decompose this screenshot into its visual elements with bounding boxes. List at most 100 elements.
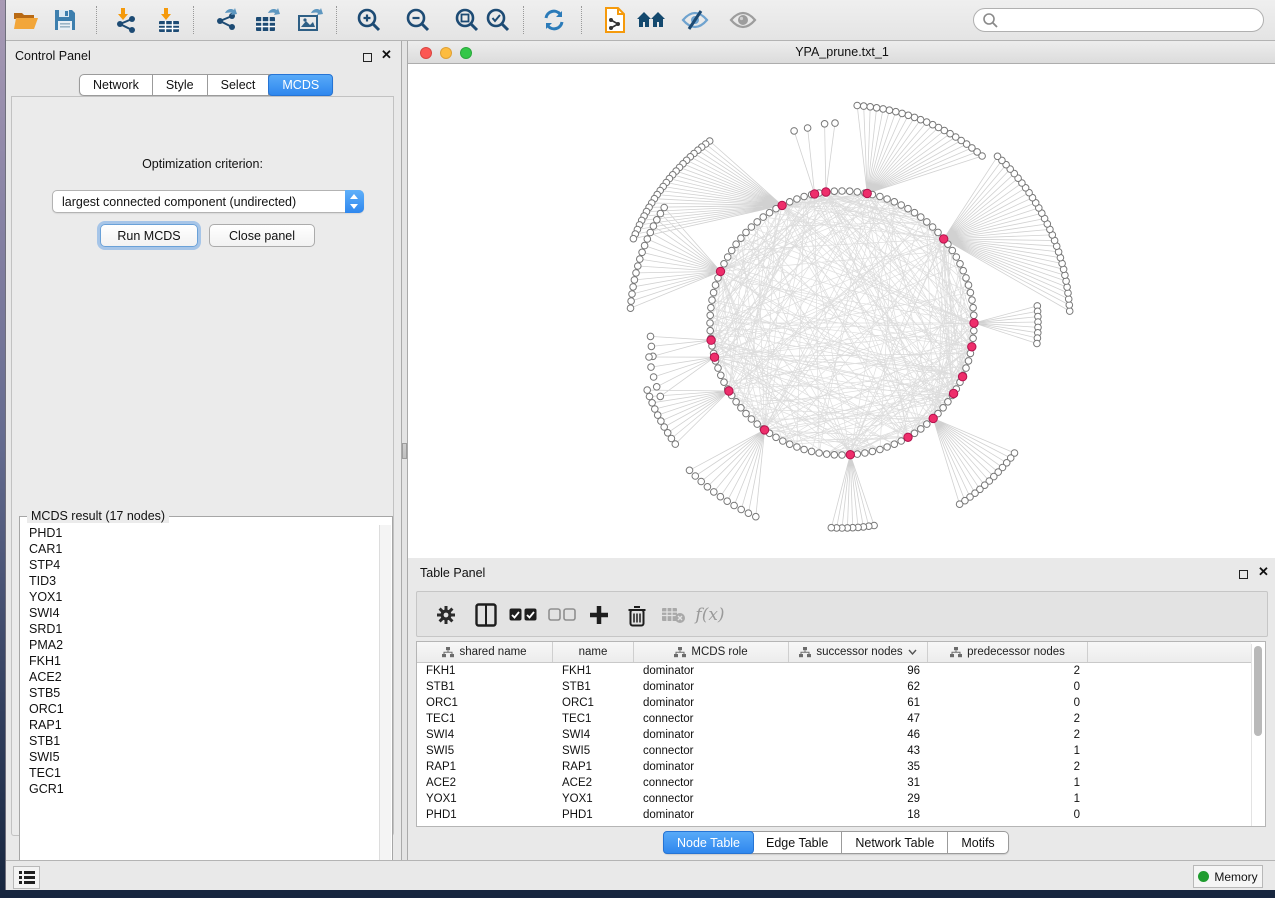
delete-table-button[interactable] [659,600,689,630]
table-settings-button[interactable] [431,600,461,630]
column-header-shared-name[interactable]: shared name [417,642,553,662]
hide-selected-button[interactable] [679,5,711,35]
table-row[interactable]: FKH1FKH1dominator962 [417,663,1251,679]
add-column-button[interactable] [584,600,614,630]
column-header-predecessor-nodes[interactable]: predecessor nodes [928,642,1088,662]
export-image-button[interactable] [294,5,326,35]
mcds-result-item[interactable]: STP4 [21,557,379,573]
table-cell: 2 [928,663,1088,679]
import-network-button[interactable] [110,5,142,35]
table-row[interactable]: STB1STB1dominator620 [417,679,1251,695]
table-cell: dominator [634,679,789,695]
close-panel-button[interactable]: Close panel [209,224,315,247]
close-table-panel-icon[interactable]: ✕ [1258,564,1269,580]
table-row[interactable]: ACE2ACE2connector311 [417,775,1251,791]
table-cell: ORC1 [553,695,634,711]
tab-network[interactable]: Network [80,75,153,95]
mcds-result-item[interactable]: FKH1 [21,653,379,669]
table-scrollbar-thumb[interactable] [1254,646,1262,736]
table-cell: 62 [789,679,928,695]
tab-edge-table[interactable]: Edge Table [753,832,842,853]
table-row[interactable]: RAP1RAP1dominator352 [417,759,1251,775]
table-row[interactable]: ORC1ORC1dominator610 [417,695,1251,711]
minimize-window-icon[interactable] [440,47,452,59]
home-search-button[interactable] [635,5,667,35]
memory-button[interactable]: Memory [1193,865,1263,888]
mcds-result-item[interactable]: TID3 [21,573,379,589]
import-table-icon [156,7,182,33]
splitter-grip[interactable] [402,443,407,459]
zoom-out-button[interactable] [402,5,434,35]
mcds-list-scrollbar[interactable] [379,525,391,885]
network-graph[interactable] [408,64,1275,558]
open-button[interactable] [10,5,42,35]
mcds-result-item[interactable]: SRD1 [21,621,379,637]
mcds-result-item[interactable]: TEC1 [21,765,379,781]
mcds-result-item[interactable]: CAR1 [21,541,379,557]
mcds-result-item[interactable]: SWI4 [21,605,379,621]
tab-network-table[interactable]: Network Table [842,832,948,853]
mcds-result-item[interactable]: RAP1 [21,717,379,733]
export-table-button[interactable] [251,5,283,35]
show-all-button[interactable] [727,5,759,35]
mcds-result-item[interactable]: GCR1 [21,781,379,797]
table-row[interactable]: SWI4SWI4dominator462 [417,727,1251,743]
table-row[interactable]: PHD1PHD1dominator180 [417,807,1251,823]
tab-select[interactable]: Select [208,75,270,95]
run-mcds-button[interactable]: Run MCDS [100,224,198,247]
tab-mcds[interactable]: MCDS [268,74,333,96]
network-canvas[interactable] [408,64,1275,558]
optimization-select[interactable]: largest connected component (undirected) [52,190,364,213]
select-stepper-icon[interactable] [345,190,364,213]
deselect-all-button[interactable] [547,600,577,630]
export-network-button[interactable] [210,5,242,35]
mcds-result-item[interactable]: ORC1 [21,701,379,717]
column-header-MCDS-role[interactable]: MCDS role [634,642,789,662]
zoom-in-button[interactable] [353,5,385,35]
table-cell: 1 [928,743,1088,759]
network-window-titlebar[interactable]: YPA_prune.txt_1 [408,41,1275,64]
status-menu-button[interactable] [13,866,40,889]
mcds-result-list[interactable]: PHD1CAR1STP4TID3YOX1SWI4SRD1PMA2FKH1ACE2… [21,525,379,885]
mcds-result-item[interactable]: YOX1 [21,589,379,605]
mcds-result-item[interactable]: STB1 [21,733,379,749]
float-panel-icon[interactable] [363,51,372,65]
zoom-selected-button[interactable] [482,5,514,35]
mcds-tab-content: Optimization criterion: largest connecte… [11,96,394,836]
panel-splitter[interactable] [401,41,408,860]
table-cell: RAP1 [417,759,553,775]
import-table-button[interactable] [153,5,185,35]
mcds-result-item[interactable]: SWI5 [21,749,379,765]
column-header-successor-nodes[interactable]: successor nodes [789,642,928,662]
tab-style[interactable]: Style [153,75,208,95]
mcds-result-item[interactable]: STB5 [21,685,379,701]
sort-chevron-icon [908,649,917,655]
maximize-window-icon[interactable] [460,47,472,59]
tab-node-table[interactable]: Node Table [663,831,754,854]
mcds-result-item[interactable]: PMA2 [21,637,379,653]
show-columns-button[interactable] [471,600,501,630]
select-all-button[interactable] [508,600,538,630]
column-header-name[interactable]: name [553,642,634,662]
network-from-selection-button[interactable] [599,5,631,35]
delete-column-button[interactable] [622,600,652,630]
toolbar-separator [523,6,524,34]
table-scrollbar[interactable] [1251,644,1263,826]
float-table-panel-icon[interactable] [1239,568,1248,582]
tab-motifs[interactable]: Motifs [948,832,1007,853]
table-body: FKH1FKH1dominator962STB1STB1dominator620… [417,663,1251,823]
network-column-icon [950,647,962,658]
table-row[interactable]: TEC1TEC1connector472 [417,711,1251,727]
mcds-result-item[interactable]: PHD1 [21,525,379,541]
close-panel-icon[interactable]: ✕ [381,47,392,63]
search-field[interactable] [973,8,1264,32]
save-button[interactable] [49,5,81,35]
search-input[interactable] [1003,10,1263,30]
table-row[interactable]: YOX1YOX1connector291 [417,791,1251,807]
table-row[interactable]: SWI5SWI5connector431 [417,743,1251,759]
mcds-result-item[interactable]: ACE2 [21,669,379,685]
apply-layout-button[interactable] [538,5,570,35]
close-window-icon[interactable] [420,47,432,59]
zoom-fit-button[interactable] [451,5,483,35]
function-builder-button[interactable]: f(x) [695,600,725,630]
